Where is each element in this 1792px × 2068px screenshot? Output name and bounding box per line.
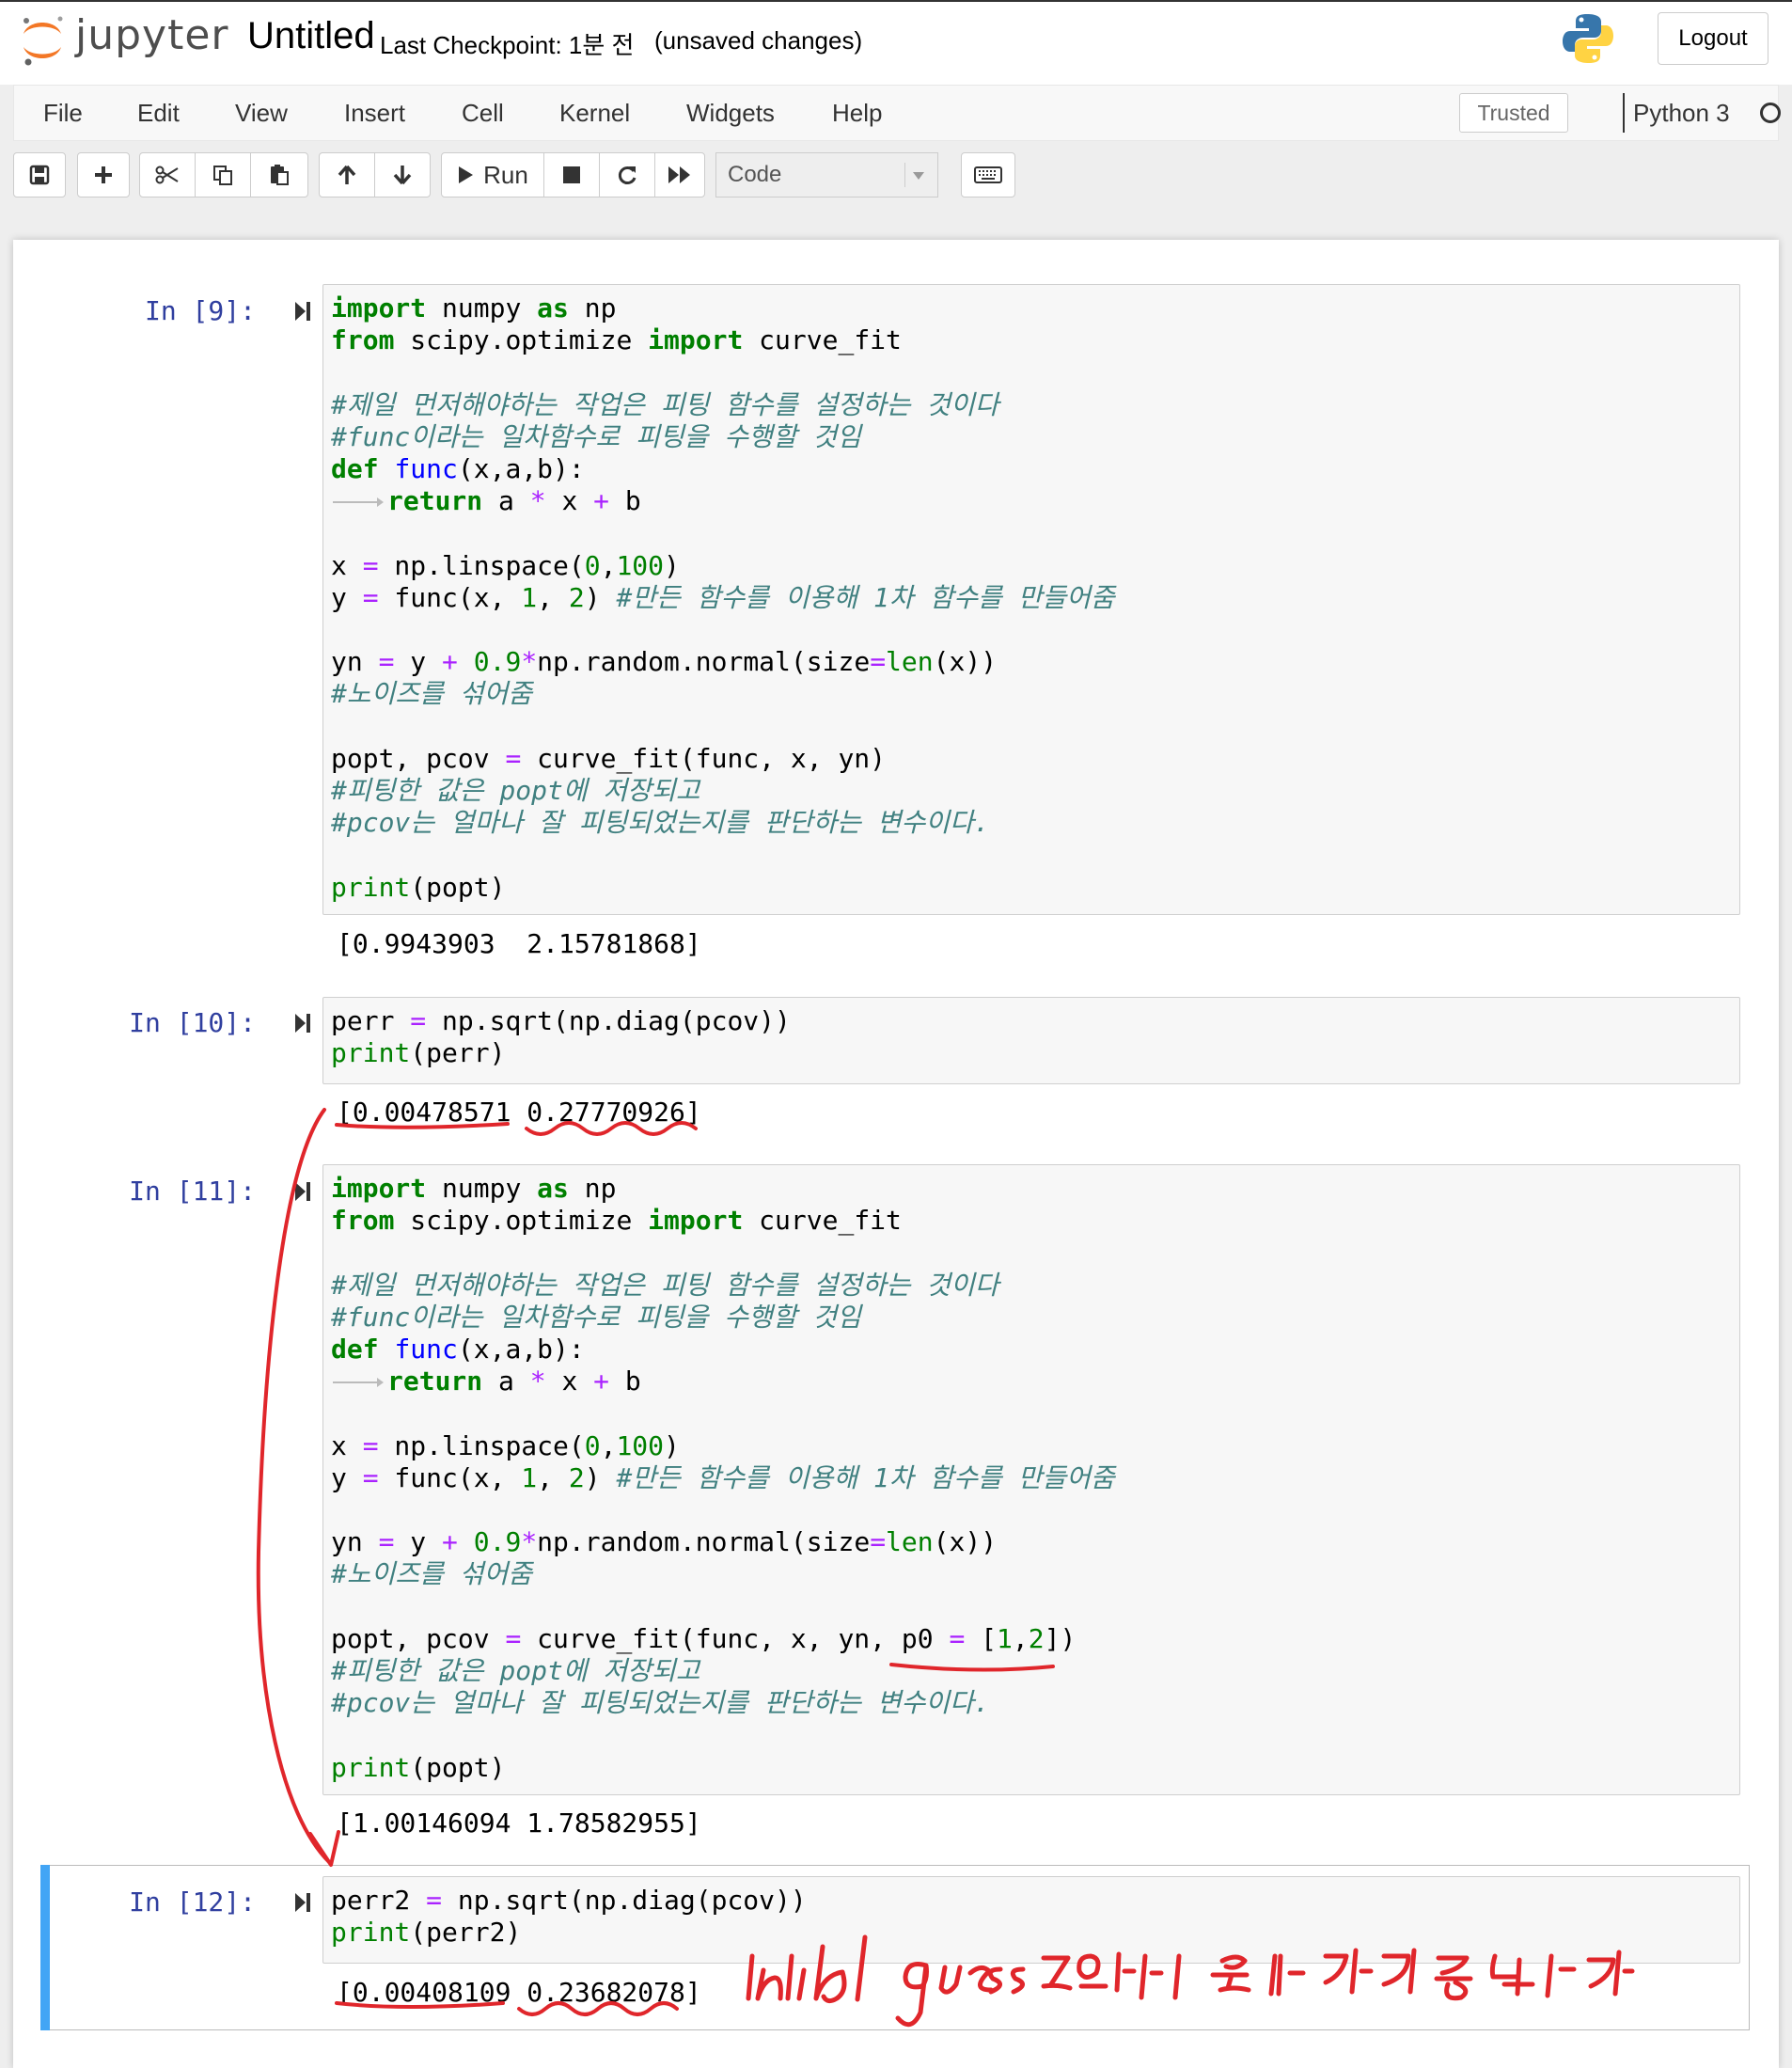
move-up-button[interactable]: [319, 152, 375, 197]
arrow-up-icon: [338, 165, 356, 184]
save-button[interactable]: [13, 152, 66, 197]
menubar: File Edit View Insert Cell Kernel Widget…: [13, 85, 1781, 141]
keyboard-icon: [974, 166, 1002, 183]
paste-icon: [271, 165, 289, 185]
copy-button[interactable]: [195, 152, 251, 197]
move-down-button[interactable]: [374, 152, 431, 197]
run-cell-icon[interactable]: [294, 301, 311, 322]
menu-file[interactable]: File: [43, 99, 83, 128]
run-cell-icon[interactable]: [294, 1013, 311, 1034]
code-input[interactable]: perr = np.sqrt(np.diag(pcov)) print(perr…: [322, 997, 1740, 1084]
cell-prompt: In [11]:: [129, 1176, 256, 1207]
restart-icon: [618, 166, 637, 184]
jupyter-logo-icon[interactable]: [19, 13, 66, 66]
cut-icon: [155, 166, 179, 184]
notebook-title[interactable]: Untitled: [247, 15, 375, 57]
menu-view[interactable]: View: [235, 99, 288, 128]
restart-button[interactable]: [599, 152, 655, 197]
kernel-idle-icon: [1760, 103, 1781, 123]
cut-button[interactable]: [139, 152, 196, 197]
code-input[interactable]: import numpy as np from scipy.optimize i…: [322, 284, 1740, 915]
fast-forward-icon: [668, 166, 690, 183]
menu-insert[interactable]: Insert: [344, 99, 405, 128]
python-logo-icon: [1563, 14, 1613, 63]
arrow-down-icon: [393, 166, 412, 185]
code-input[interactable]: perr2 = np.sqrt(np.diag(pcov)) print(per…: [322, 1876, 1740, 1964]
cell-prompt: In [10]:: [129, 1007, 256, 1038]
run-cell-icon[interactable]: [294, 1181, 311, 1202]
stop-icon: [563, 166, 580, 183]
menu-kernel[interactable]: Kernel: [559, 99, 630, 128]
menu-help[interactable]: Help: [832, 99, 882, 128]
run-button[interactable]: Run: [441, 152, 544, 197]
unsaved-indicator: (unsaved changes): [654, 26, 863, 55]
menu-cell[interactable]: Cell: [462, 99, 504, 128]
kernel-name: Python 3: [1633, 99, 1730, 127]
cell-output: [0.9943903 2.15781868]: [337, 928, 701, 959]
trusted-indicator[interactable]: Trusted: [1459, 93, 1568, 133]
run-cell-icon[interactable]: [294, 1892, 311, 1913]
code-block[interactable]: import numpy as np from scipy.optimize i…: [331, 1173, 1115, 1784]
cell-output: [0.00408109 0.23682078]: [337, 1977, 701, 2008]
code-block[interactable]: import numpy as np from scipy.optimize i…: [331, 292, 1115, 904]
interrupt-button[interactable]: [543, 152, 600, 197]
paste-button[interactable]: [250, 152, 308, 197]
copy-icon: [213, 166, 232, 185]
cell-output: [1.00146094 1.78582955]: [337, 1808, 701, 1839]
save-icon: [29, 165, 50, 185]
code-input[interactable]: import numpy as np from scipy.optimize i…: [322, 1164, 1740, 1795]
menu-edit[interactable]: Edit: [137, 99, 180, 128]
code-block[interactable]: perr = np.sqrt(np.diag(pcov)) print(perr…: [331, 1005, 791, 1069]
command-palette-button[interactable]: [961, 152, 1015, 197]
restart-run-all-button[interactable]: [654, 152, 705, 197]
chevron-down-icon: [904, 163, 930, 187]
code-block[interactable]: perr2 = np.sqrt(np.diag(pcov)) print(per…: [331, 1885, 807, 1949]
plus-icon: [95, 166, 112, 183]
cell-type-value: Code: [728, 162, 782, 187]
run-label: Run: [483, 160, 528, 189]
cell-prompt: In [12]:: [129, 1886, 256, 1918]
logout-button[interactable]: Logout: [1658, 12, 1768, 65]
insert-cell-button[interactable]: [77, 152, 130, 197]
menu-widgets[interactable]: Widgets: [686, 99, 775, 128]
cell-type-select[interactable]: Code: [715, 152, 938, 197]
kernel-separator: [1623, 93, 1625, 133]
play-icon: [459, 166, 474, 183]
cell-prompt: In [9]:: [144, 295, 256, 326]
brand-name: jupyter: [75, 11, 229, 59]
cell-output: [0.00478571 0.27770926]: [337, 1097, 701, 1128]
checkpoint-status: Last Checkpoint: 1분 전: [380, 31, 635, 59]
header: jupyter Untitled Last Checkpoint: 1분 전 (…: [0, 0, 1792, 85]
